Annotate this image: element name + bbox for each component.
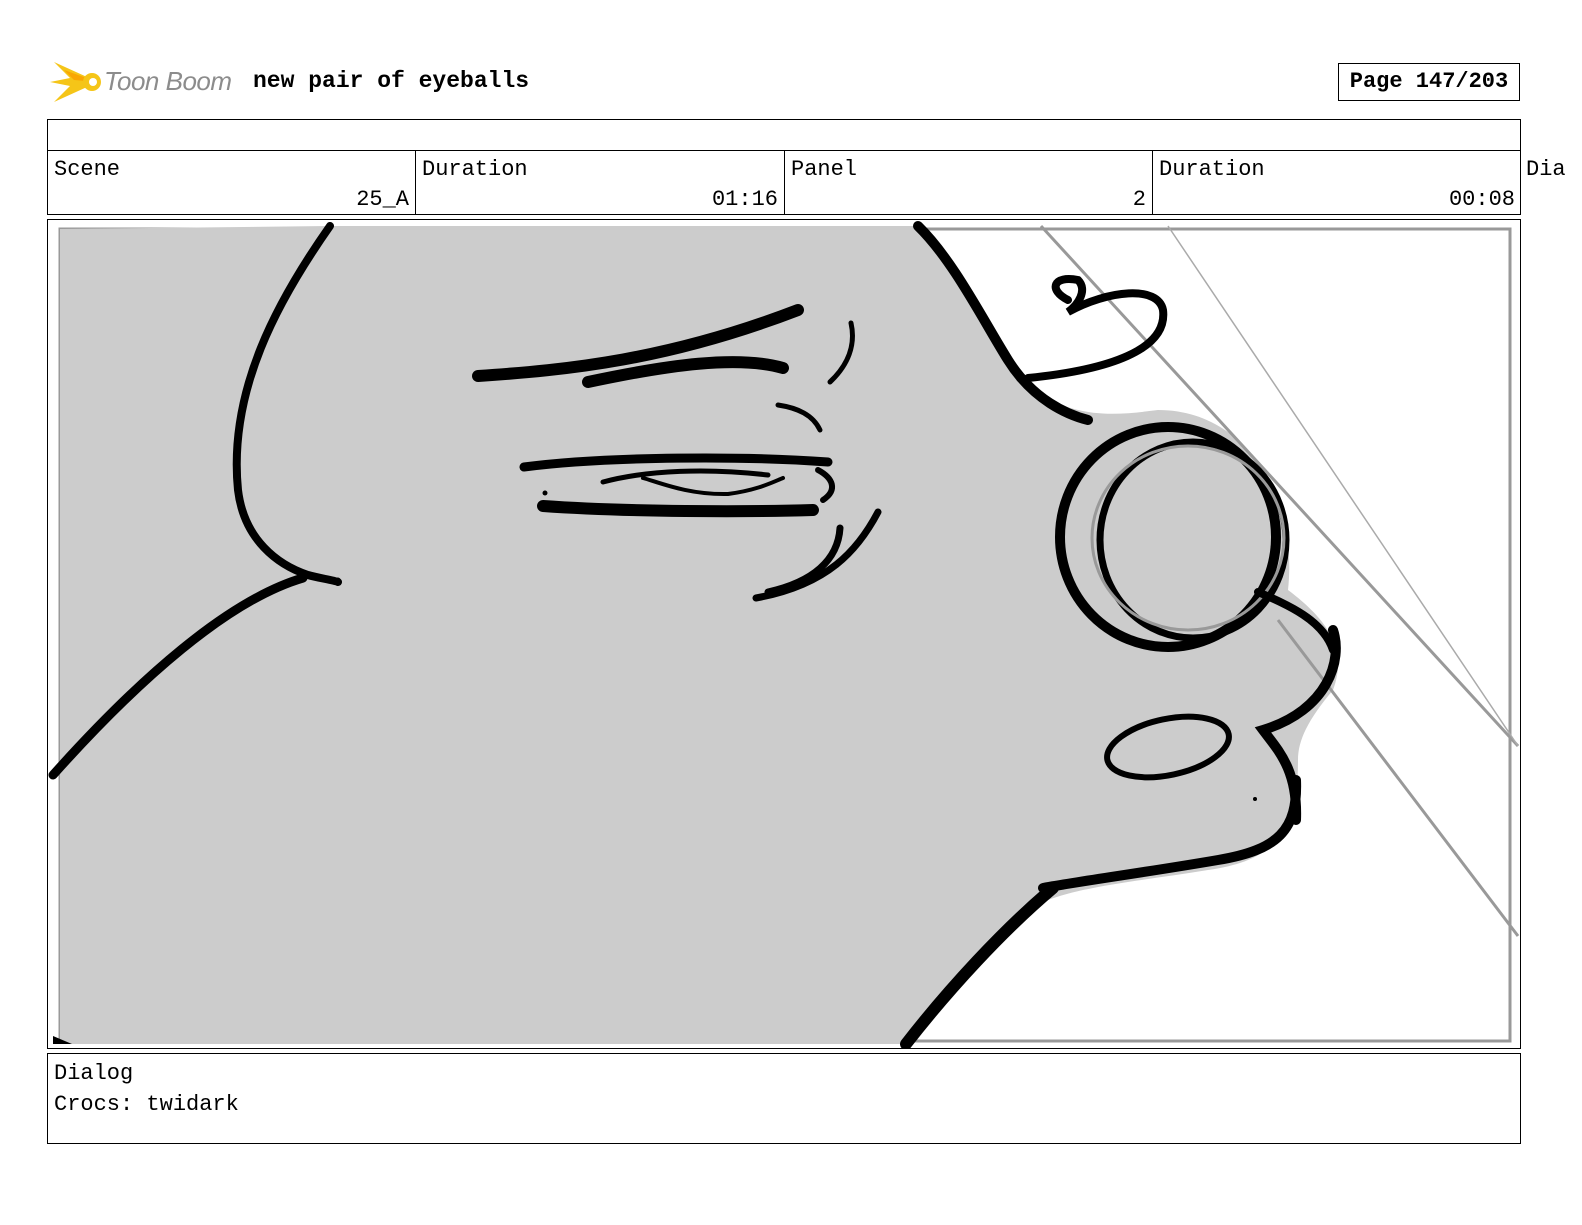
dialog-box: Dialog Crocs: twidark xyxy=(47,1053,1521,1144)
scene-duration-value: 01:16 xyxy=(711,187,778,212)
dialog-text: Crocs: twidark xyxy=(54,1092,239,1117)
toon-boom-logo: Toon Boom xyxy=(50,56,240,108)
panel-value: 2 xyxy=(1132,187,1146,212)
project-title: new pair of eyeballs xyxy=(253,68,530,94)
panel-info-row: Scene 25_A Duration 01:16 Panel 2 Durati… xyxy=(47,151,1521,215)
panel-cell: Panel 2 xyxy=(785,151,1153,214)
starburst-icon xyxy=(50,62,101,102)
storyboard-panel xyxy=(47,219,1521,1049)
page-counter: Page 147/203 xyxy=(1338,63,1520,101)
panel-duration-label: Duration xyxy=(1159,157,1265,182)
panel-duration-value: 00:08 xyxy=(1448,187,1515,212)
dialog-label: Dialog xyxy=(54,1061,134,1086)
scene-duration-label: Duration xyxy=(422,157,528,182)
scene-label: Scene xyxy=(54,157,121,182)
scene-cell: Scene 25_A xyxy=(48,151,416,214)
panel-sketch-image xyxy=(48,221,1520,1048)
panel-duration-cell: Duration 00:08 xyxy=(1153,151,1521,214)
brand-name: Toon Boom xyxy=(104,66,232,96)
scene-duration-cell: Duration 01:16 xyxy=(416,151,785,214)
dialog-column-label: Dia xyxy=(1526,157,1566,182)
panel-label: Panel xyxy=(791,157,858,182)
scene-value: 25_A xyxy=(356,187,409,212)
top-strip xyxy=(47,119,1521,151)
